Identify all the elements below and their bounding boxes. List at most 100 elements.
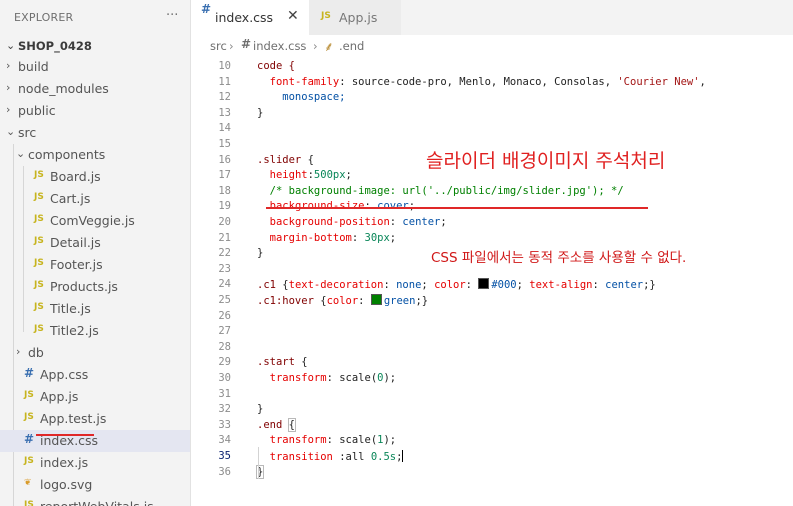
code-line: 29 .start { (191, 355, 793, 371)
code-token: .c1 (257, 279, 276, 292)
chevron-right-icon: › (6, 59, 11, 72)
code-token: { (275, 279, 289, 292)
js-file-icon: JS (34, 170, 44, 180)
tab-label: App.js (339, 10, 378, 25)
line-number: 30 (218, 372, 231, 384)
code-token: } (257, 106, 264, 119)
code-token: .start (257, 356, 295, 369)
file-footer-js[interactable]: JS Footer.js (0, 254, 190, 276)
file-title-js[interactable]: JS Title.js (0, 298, 190, 320)
folder-components[interactable]: ⌄ components (0, 144, 190, 166)
svg-file-icon: ❦ (24, 478, 32, 488)
code-token: center (402, 216, 441, 228)
line-number: 24 (218, 278, 231, 291)
code-token: :all (332, 451, 371, 463)
line-number: 19 (218, 200, 231, 213)
editor: # index.css ✕ JS App.js src › # index.cs… (191, 0, 793, 506)
breadcrumb-item[interactable]: src (210, 39, 227, 53)
chevron-right-icon: › (16, 345, 21, 358)
code-token: ;} (415, 295, 429, 307)
code-line: 24 .c1 {text-decoration: none; color: #00… (191, 277, 793, 293)
code-line: 32} (191, 402, 793, 418)
matched-bracket: { (287, 417, 297, 432)
tab-app-js[interactable]: JS App.js (309, 0, 401, 35)
folder-node-modules[interactable]: › node_modules (0, 78, 190, 100)
project-folder[interactable]: ⌄ SHOP_0428 (0, 36, 190, 56)
code-line: 11 font-family: source-code-pro, Menlo, … (191, 75, 793, 91)
tab-bar: # index.css ✕ JS App.js (191, 0, 793, 35)
file-index-js[interactable]: JS index.js (0, 452, 190, 474)
code-token: ;} (643, 279, 656, 292)
color-swatch-icon[interactable] (370, 294, 382, 305)
code-token: : scale( (326, 372, 378, 384)
file-detail-js[interactable]: JS Detail.js (0, 232, 190, 254)
tree-item-label: src (18, 125, 37, 140)
breadcrumb-item[interactable]: index.css (253, 39, 306, 53)
file-reportwebvitals-js[interactable]: JS reportWebVitals.js (0, 496, 190, 506)
folder-public[interactable]: › public (0, 100, 190, 122)
color-swatch-icon[interactable] (478, 278, 490, 290)
file-title2-js[interactable]: JS Title2.js (0, 320, 190, 342)
code-token: background-position (269, 216, 390, 228)
code-token: transition (269, 451, 333, 463)
code-area[interactable]: 10 code {11 font-family: source-code-pro,… (191, 57, 793, 506)
tab-index-css[interactable]: # index.css ✕ (191, 0, 309, 35)
code-token: text-align (529, 279, 593, 292)
js-file-icon: JS (24, 412, 34, 422)
file-app-css[interactable]: # App.css (0, 364, 190, 386)
file-app-test-js[interactable]: JS App.test.js (0, 408, 190, 430)
chevron-down-icon: ⌄ (6, 39, 16, 52)
file-app-js[interactable]: JS App.js (0, 386, 190, 408)
file-products-js[interactable]: JS Products.js (0, 276, 190, 298)
file-board-js[interactable]: JS Board.js (0, 166, 190, 188)
code-token: code { (257, 60, 295, 72)
tree-item-label: logo.svg (40, 477, 93, 492)
annotation-heading: 슬라이더 배경이미지 주석처리 (426, 150, 666, 172)
code-text: background-position: center; (257, 216, 447, 228)
code-token: .slider (257, 153, 302, 166)
folder-build[interactable]: › build (0, 56, 190, 78)
tree-item-label: Products.js (50, 279, 118, 294)
folder-db[interactable]: › db (0, 342, 190, 364)
explorer-header: EXPLORER ··· (0, 0, 190, 36)
tree-item-label: index.js (40, 455, 89, 470)
line-number: 29 (218, 356, 231, 369)
line-number: 20 (218, 216, 231, 228)
tree-item-label: Title2.js (50, 323, 99, 338)
code-text: transition :all 0.5s; (257, 450, 404, 463)
css-file-icon: # (24, 432, 35, 446)
close-icon[interactable]: ✕ (287, 8, 299, 24)
code-line: 10 code { (191, 59, 793, 75)
code-token: , (699, 75, 706, 88)
file-cart-js[interactable]: JS Cart.js (0, 188, 190, 210)
tree-item-label: public (18, 103, 56, 118)
chevron-right-icon: › (229, 39, 234, 53)
code-line: 21 margin-bottom: 30px; (191, 231, 793, 247)
code-line: 12 monospace; (191, 90, 793, 106)
line-number: 18 (218, 184, 231, 197)
tree-item-label: App.js (40, 389, 79, 404)
code-line: 26 (191, 309, 793, 325)
code-token: 0.5s (370, 451, 397, 463)
folder-src[interactable]: ⌄ src (0, 122, 190, 144)
tree-item-label: reportWebVitals.js (40, 499, 154, 506)
more-actions-icon[interactable]: ··· (166, 8, 178, 23)
file-comveggie-js[interactable]: JS ComVeggie.js (0, 210, 190, 232)
code-token: /* background-image: url('../public/img/… (269, 184, 624, 197)
code-token: : scale( (326, 434, 378, 447)
code-line: 28 (191, 340, 793, 356)
line-number: 36 (218, 465, 231, 478)
js-file-icon: JS (34, 192, 44, 202)
breadcrumb-item[interactable]: .end (339, 39, 364, 53)
line-number: 16 (218, 153, 231, 166)
file-index-css[interactable]: # index.css (0, 430, 190, 452)
code-token: transform (269, 372, 327, 384)
js-file-icon: JS (34, 236, 44, 246)
code-text: } (257, 107, 263, 119)
file-logo-svg[interactable]: ❦ logo.svg (0, 474, 190, 496)
js-file-icon: JS (24, 456, 34, 466)
explorer-sidebar: EXPLORER ··· ⌄ SHOP_0428 › build › node_mod… (0, 0, 191, 506)
code-token: } (257, 247, 264, 260)
